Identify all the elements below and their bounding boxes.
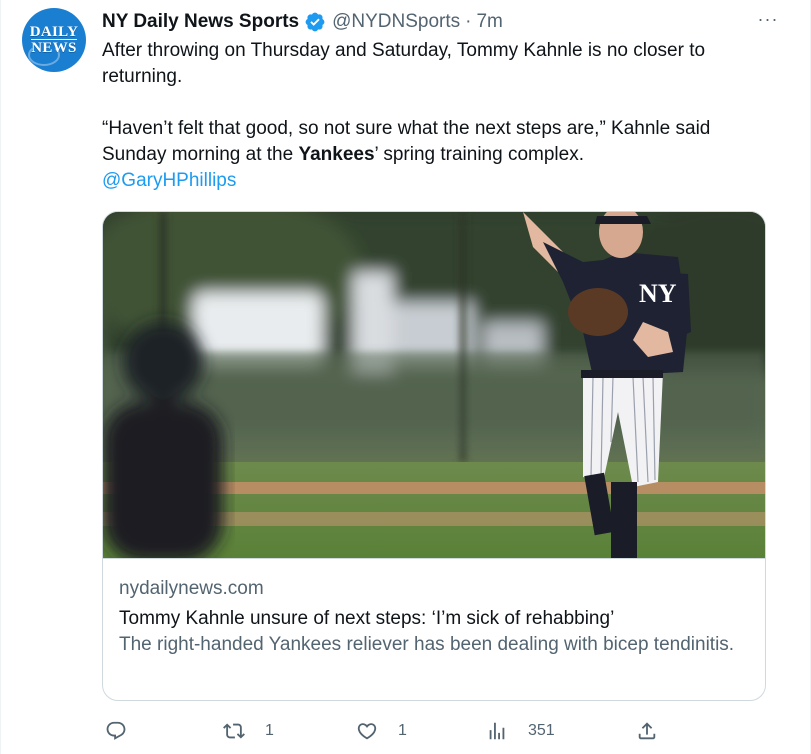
like-count: 1 — [398, 722, 407, 739]
tweet-paragraph: After throwing on Thursday and Saturday,… — [102, 40, 706, 87]
display-name[interactable]: NY Daily News Sports — [102, 11, 299, 33]
views-count: 351 — [528, 722, 555, 739]
tweet-header: NY Daily News Sports @NYDNSports · 7m — [102, 9, 770, 35]
views-icon — [486, 720, 508, 742]
share-button[interactable] — [636, 716, 658, 746]
hashtag-bold-yankees: Yankees — [298, 144, 375, 165]
avatar[interactable]: DAILY NEWS — [22, 8, 86, 72]
share-icon — [636, 720, 658, 742]
more-horizontal-icon[interactable]: ··· — [756, 10, 780, 32]
card-image[interactable]: NY — [103, 212, 765, 558]
tweet-actions: 1 1 351 — [102, 716, 682, 746]
retweet-button[interactable]: 1 — [223, 716, 274, 746]
card-title[interactable]: Tommy Kahnle unsure of next steps: ‘I’m … — [119, 606, 749, 632]
retweet-icon — [223, 720, 245, 742]
svg-text:NY: NY — [639, 279, 677, 308]
card-body[interactable]: nydailynews.com Tommy Kahnle unsure of n… — [103, 558, 765, 658]
tweet[interactable]: DAILY NEWS NY Daily News Sports @NYDNSpo… — [0, 0, 811, 754]
tweet-text: After throwing on Thursday and Saturday,… — [102, 38, 772, 194]
card-description: The right-handed Yankees reliever has be… — [119, 634, 735, 655]
tweet-paragraph: “Haven’t felt that good, so not sure wha… — [102, 116, 772, 168]
heart-icon — [356, 720, 378, 742]
views-button[interactable]: 351 — [486, 716, 555, 746]
user-handle[interactable]: @NYDNSports — [332, 11, 460, 33]
like-button[interactable]: 1 — [356, 716, 407, 746]
retweet-count: 1 — [265, 722, 274, 739]
verified-badge-icon — [304, 11, 326, 33]
link-card[interactable]: NY nydailynews.com Tommy Kahnle unsure o… — [102, 211, 766, 701]
tweet-paragraph: @GaryHPhillips — [102, 168, 772, 194]
logo-swirl-icon — [28, 44, 60, 66]
reply-button[interactable] — [105, 716, 127, 746]
reply-icon — [105, 720, 127, 742]
card-domain: nydailynews.com — [119, 578, 264, 599]
mention-link[interactable]: @GaryHPhillips — [102, 170, 236, 191]
timestamp[interactable]: 7m — [476, 11, 502, 33]
separator-dot: · — [465, 11, 472, 32]
tweet-text-segment: ’ spring training complex. — [374, 144, 584, 165]
avatar-logo-text: DAILY — [29, 24, 79, 40]
